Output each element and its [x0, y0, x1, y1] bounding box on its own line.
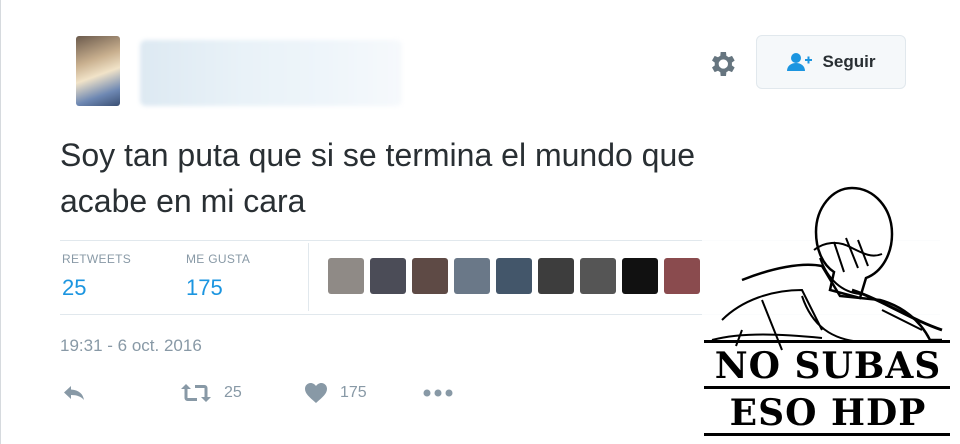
- likes-label: ME GUSTA: [186, 252, 251, 266]
- blurred-user-name: [140, 40, 402, 106]
- liker-avatar[interactable]: [370, 258, 406, 294]
- like-button[interactable]: 175: [304, 382, 422, 404]
- follow-button-label: Seguir: [822, 52, 876, 71]
- add-user-icon: [786, 53, 812, 71]
- meme-rule: [704, 340, 950, 343]
- liker-avatar[interactable]: [412, 258, 448, 294]
- reply-icon: [64, 386, 84, 400]
- liker-avatar[interactable]: [580, 258, 616, 294]
- like-count: 175: [340, 384, 367, 401]
- tweet-text-line-1: Soy tan puta que si se termina el mundo …: [60, 137, 696, 173]
- liker-avatar[interactable]: [664, 258, 700, 294]
- user-avatar[interactable]: [76, 36, 120, 106]
- likes-stat[interactable]: ME GUSTA 175: [186, 252, 250, 301]
- more-button[interactable]: [422, 388, 454, 398]
- liker-avatar[interactable]: [454, 258, 490, 294]
- heart-icon: [305, 383, 327, 403]
- liker-avatars: [328, 258, 700, 294]
- retweet-icon: [181, 384, 211, 402]
- retweets-count: 25: [62, 275, 87, 300]
- liker-avatar[interactable]: [622, 258, 658, 294]
- meme-rule: [704, 386, 950, 389]
- divider: [308, 243, 309, 311]
- tweet-actions: 25 175: [62, 382, 454, 404]
- retweets-stat[interactable]: RETWEETS 25: [62, 252, 131, 301]
- liker-avatar[interactable]: [328, 258, 364, 294]
- meme-caption-line-2: ESO HDP: [729, 392, 927, 434]
- likes-count: 175: [186, 275, 223, 300]
- tweet-timestamp[interactable]: 19:31 - 6 oct. 2016: [60, 336, 202, 356]
- liker-avatar[interactable]: [496, 258, 532, 294]
- meme-rule: [704, 433, 950, 436]
- meme-caption-line-1: NO SUBAS: [714, 345, 942, 387]
- reply-button[interactable]: [62, 383, 180, 403]
- gear-icon[interactable]: [706, 48, 738, 80]
- follow-button[interactable]: Seguir: [756, 35, 906, 89]
- liker-avatar[interactable]: [538, 258, 574, 294]
- retweet-button[interactable]: 25: [180, 382, 304, 404]
- retweet-count: 25: [224, 384, 242, 401]
- more-icon: [423, 389, 453, 397]
- retweets-label: RETWEETS: [62, 252, 132, 266]
